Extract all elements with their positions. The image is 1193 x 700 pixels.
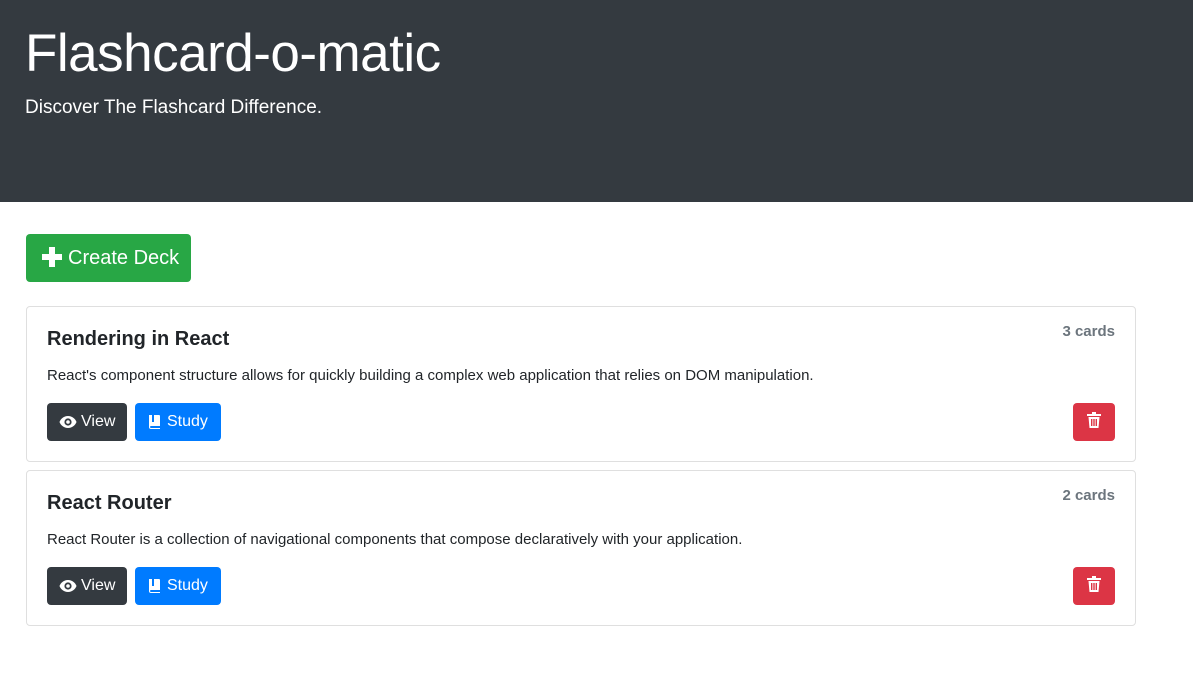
page-subtitle: Discover The Flashcard Difference. (25, 97, 323, 118)
study-deck-button[interactable]: Study (135, 567, 221, 605)
page-title: Flashcard-o-matic (25, 24, 441, 83)
view-label: View (81, 413, 116, 430)
deck-card-count: 3 cards (1062, 323, 1115, 340)
trash-icon (1087, 575, 1101, 597)
create-deck-button[interactable]: Create Deck (26, 234, 191, 282)
eye-icon (59, 415, 77, 429)
study-deck-button[interactable]: Study (135, 403, 221, 441)
delete-deck-button[interactable] (1073, 403, 1115, 441)
trash-icon (1087, 411, 1101, 433)
study-label: Study (167, 577, 208, 594)
plus-icon (42, 247, 62, 267)
view-deck-button[interactable]: View (47, 567, 127, 605)
book-icon (147, 578, 163, 594)
page-header: Flashcard-o-matic Discover The Flashcard… (0, 0, 1193, 202)
deck-name: Rendering in React (47, 328, 230, 350)
eye-icon (59, 579, 77, 593)
view-deck-button[interactable]: View (47, 403, 127, 441)
deck-card: Rendering in React 3 cards React's compo… (26, 306, 1136, 462)
book-icon (147, 414, 163, 430)
deck-card: React Router 2 cards React Router is a c… (26, 470, 1136, 626)
deck-description: React Router is a collection of navigati… (47, 531, 743, 548)
deck-card-count: 2 cards (1062, 487, 1115, 504)
delete-deck-button[interactable] (1073, 567, 1115, 605)
create-deck-label: Create Deck (68, 246, 180, 269)
view-label: View (81, 577, 116, 594)
study-label: Study (167, 413, 208, 430)
deck-name: React Router (47, 492, 172, 514)
deck-description: React's component structure allows for q… (47, 367, 814, 384)
